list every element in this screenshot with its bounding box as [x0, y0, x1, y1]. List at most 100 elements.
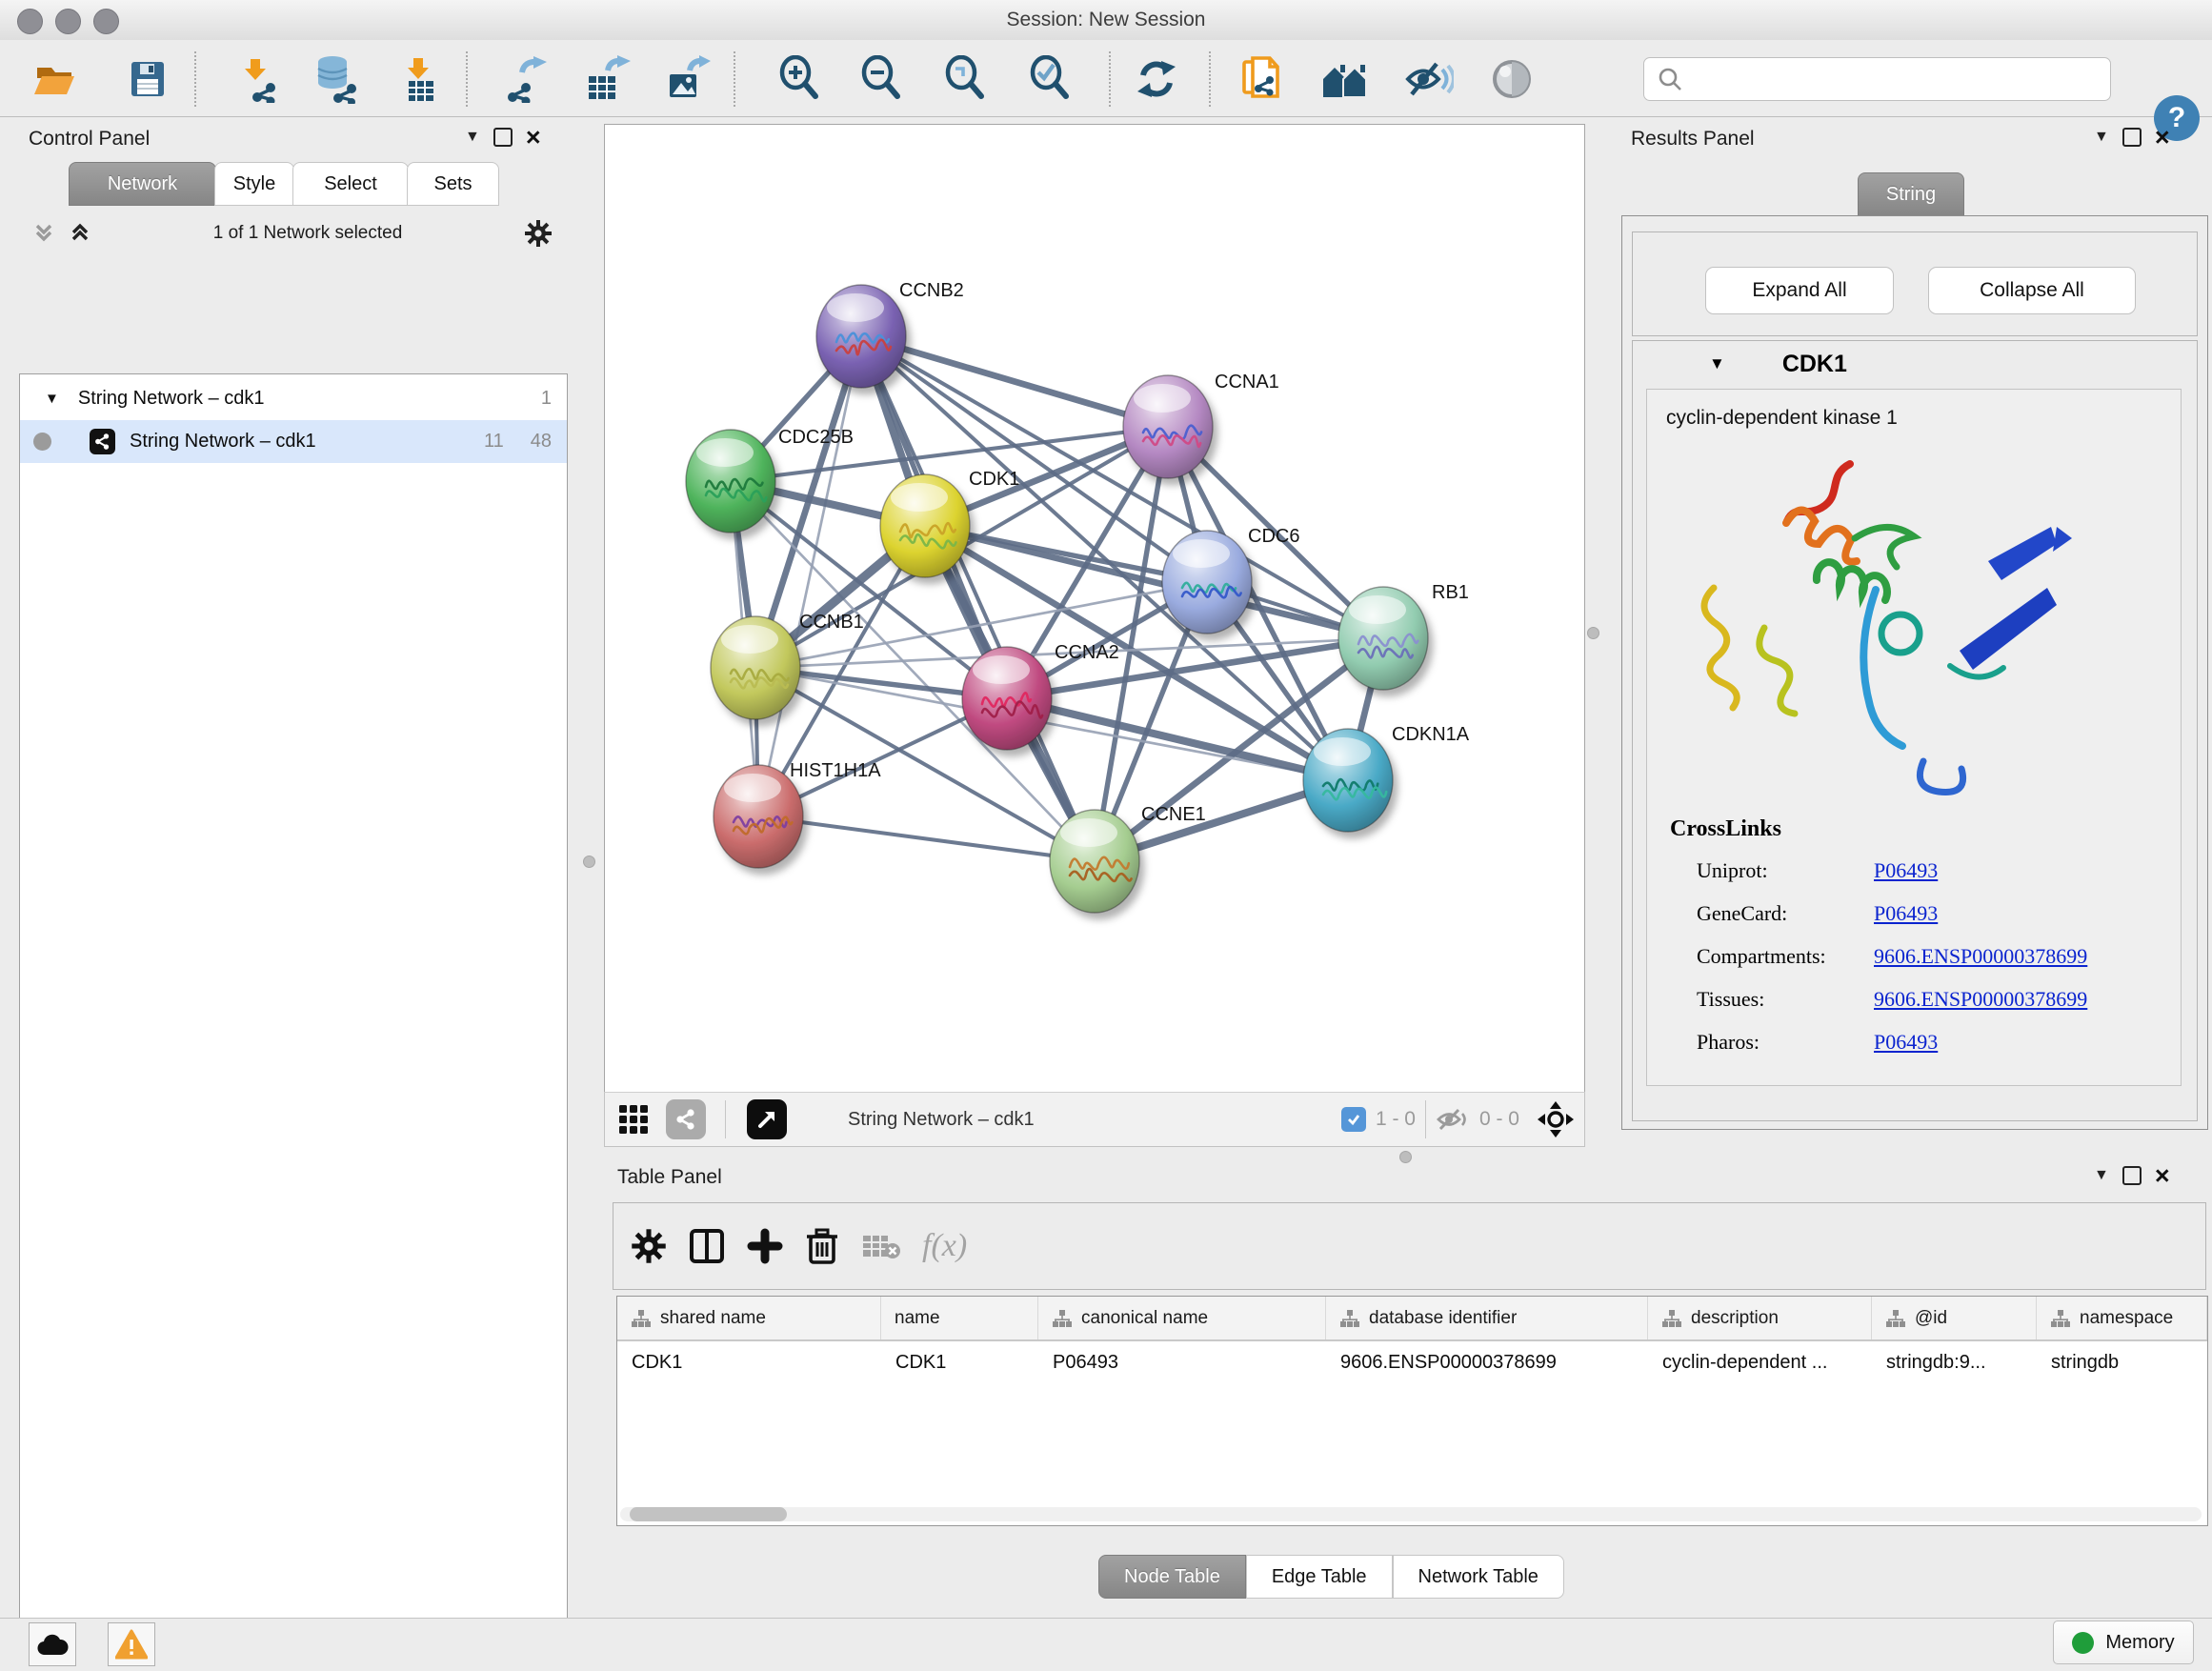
node-CCNB1[interactable]: CCNB1: [711, 612, 864, 719]
cell-shared-name[interactable]: CDK1: [617, 1352, 881, 1374]
selected-checkbox-icon[interactable]: [1341, 1107, 1366, 1132]
node-CCNE1[interactable]: CCNE1: [1050, 804, 1206, 913]
expand-all-networks-icon[interactable]: [69, 222, 91, 245]
node-CDK1[interactable]: CDK1: [880, 469, 1019, 577]
edge-HIST1H1A-CCNE1[interactable]: [758, 816, 1095, 861]
import-table-icon[interactable]: [394, 53, 446, 105]
export-table-icon[interactable]: [581, 53, 633, 105]
column-header-shared-name[interactable]: shared name: [617, 1297, 881, 1339]
import-network-database-icon[interactable]: [311, 53, 362, 105]
tab-select[interactable]: Select: [292, 162, 409, 206]
search-input[interactable]: [1643, 57, 2111, 101]
crosslink-link[interactable]: P06493: [1874, 858, 1938, 883]
show-columns-icon[interactable]: [688, 1227, 726, 1265]
left-splitter-handle[interactable]: [583, 856, 595, 868]
cell-description[interactable]: cyclin-dependent ...: [1648, 1352, 1872, 1374]
cell-@id[interactable]: stringdb:9...: [1872, 1352, 2037, 1374]
search-field[interactable]: [1692, 61, 2110, 97]
table-panel-close-icon[interactable]: ×: [2155, 1168, 2170, 1183]
tab-edge-table[interactable]: Edge Table: [1246, 1555, 1393, 1599]
network-canvas[interactable]: CCNB2CCNA1CDC25BCDK1CDC6RB1CCNB1CCNA2CDK…: [604, 124, 1585, 1094]
cell-name[interactable]: CDK1: [881, 1352, 1038, 1374]
column-header-database-identifier[interactable]: database identifier: [1326, 1297, 1648, 1339]
node-CCNA1[interactable]: CCNA1: [1123, 372, 1279, 478]
table-panel-collapse-icon[interactable]: ▼: [2094, 1167, 2109, 1184]
crosslink-link[interactable]: 9606.ENSP00000378699: [1874, 944, 2087, 969]
edge-CCNB2-CCNE1[interactable]: [861, 336, 1095, 861]
table-settings-gear-icon[interactable]: [631, 1228, 667, 1264]
collapse-all-networks-icon[interactable]: [32, 222, 55, 245]
table-row[interactable]: CDK1CDK1P064939606.ENSP00000378699cyclin…: [617, 1341, 2207, 1384]
network-collection-row[interactable]: ▼ String Network – cdk1 1: [20, 377, 567, 420]
node-table[interactable]: shared namenamecanonical namedatabase id…: [616, 1296, 2208, 1526]
results-panel-float-icon[interactable]: [2122, 128, 2142, 147]
cdk1-collapse-icon[interactable]: ▼: [1709, 354, 1725, 373]
window-title: Session: New Session: [0, 9, 2212, 31]
cdk1-section-header[interactable]: ▼ CDK1: [1633, 341, 2197, 387]
show-all-eye-icon[interactable]: [1486, 53, 1538, 105]
tab-node-table[interactable]: Node Table: [1098, 1555, 1246, 1599]
column-header-namespace[interactable]: namespace: [2037, 1297, 2207, 1339]
network-options-gear-icon[interactable]: [524, 219, 553, 248]
network-share-icon[interactable]: [666, 1099, 706, 1139]
save-session-icon[interactable]: [122, 53, 173, 105]
node-CDKN1A[interactable]: CDKN1A: [1303, 724, 1470, 832]
hide-selected-eye-slash-icon[interactable]: [1402, 53, 1454, 105]
column-header-name[interactable]: name: [881, 1297, 1038, 1339]
refresh-icon[interactable]: [1131, 53, 1182, 105]
crosslink-link[interactable]: 9606.ENSP00000378699: [1874, 987, 2087, 1012]
cloud-button[interactable]: [29, 1622, 76, 1666]
edge-CCNB2-CCNA1[interactable]: [861, 336, 1168, 427]
node-RB1[interactable]: RB1: [1338, 582, 1469, 690]
cell-canonical-name[interactable]: P06493: [1038, 1352, 1326, 1374]
table-horizontal-scrollbar[interactable]: [620, 1507, 2202, 1521]
zoom-fit-icon[interactable]: [940, 53, 992, 105]
zoom-in-icon[interactable]: [774, 53, 826, 105]
create-column-plus-icon[interactable]: [747, 1228, 783, 1264]
scrollbar-thumb[interactable]: [630, 1507, 787, 1521]
expand-all-button[interactable]: Expand All: [1705, 267, 1894, 314]
zoom-selected-icon[interactable]: [1025, 53, 1076, 105]
copy-style-icon[interactable]: [1235, 53, 1286, 105]
open-in-window-icon[interactable]: [747, 1099, 787, 1139]
control-panel-close-icon[interactable]: ×: [526, 130, 541, 145]
collection-expand-icon[interactable]: ▼: [45, 391, 59, 407]
node-CDC25B[interactable]: CDC25B: [686, 427, 854, 533]
tab-style[interactable]: Style: [214, 162, 294, 206]
tab-network[interactable]: Network: [69, 162, 216, 206]
node-CCNB2[interactable]: CCNB2: [816, 280, 964, 388]
table-panel-float-icon[interactable]: [2122, 1166, 2142, 1185]
export-image-icon[interactable]: [661, 53, 713, 105]
node-label-RB1: RB1: [1432, 582, 1469, 603]
control-panel-float-icon[interactable]: [493, 128, 513, 147]
collapse-all-button[interactable]: Collapse All: [1928, 267, 2136, 314]
bottom-splitter-handle[interactable]: [1399, 1151, 1412, 1163]
right-splitter-handle[interactable]: [1587, 627, 1599, 639]
tab-sets[interactable]: Sets: [407, 162, 499, 206]
memory-button[interactable]: Memory: [2053, 1621, 2194, 1664]
tab-network-table[interactable]: Network Table: [1393, 1555, 1564, 1599]
first-neighbors-icon[interactable]: [1318, 53, 1370, 105]
cell-namespace[interactable]: stringdb: [2037, 1352, 2207, 1374]
open-session-icon[interactable]: [29, 53, 80, 105]
import-network-file-icon[interactable]: [232, 53, 284, 105]
cell-database-identifier[interactable]: 9606.ENSP00000378699: [1326, 1352, 1648, 1374]
warning-button[interactable]: [108, 1622, 155, 1666]
delete-column-trash-icon[interactable]: [804, 1227, 840, 1265]
export-network-icon[interactable]: [499, 53, 551, 105]
edge-CCNB2-HIST1H1A[interactable]: [758, 336, 861, 816]
crosslink-link[interactable]: P06493: [1874, 1030, 1938, 1055]
birdseye-crosshair-icon[interactable]: [1537, 1100, 1575, 1138]
node-HIST1H1A[interactable]: HIST1H1A: [714, 760, 881, 868]
results-panel-collapse-icon[interactable]: ▼: [2094, 129, 2109, 146]
column-header-@id[interactable]: @id: [1872, 1297, 2037, 1339]
zoom-out-icon[interactable]: [856, 53, 908, 105]
crosslink-link[interactable]: P06493: [1874, 901, 1938, 926]
results-panel-close-icon[interactable]: ×: [2155, 130, 2170, 145]
grid-view-icon[interactable]: [618, 1104, 649, 1135]
control-panel-collapse-icon[interactable]: ▼: [465, 129, 480, 146]
column-header-description[interactable]: description: [1648, 1297, 1872, 1339]
column-header-canonical-name[interactable]: canonical name: [1038, 1297, 1326, 1339]
tab-string[interactable]: String: [1858, 172, 1964, 216]
network-view-row[interactable]: String Network – cdk1 11 48: [20, 420, 567, 463]
